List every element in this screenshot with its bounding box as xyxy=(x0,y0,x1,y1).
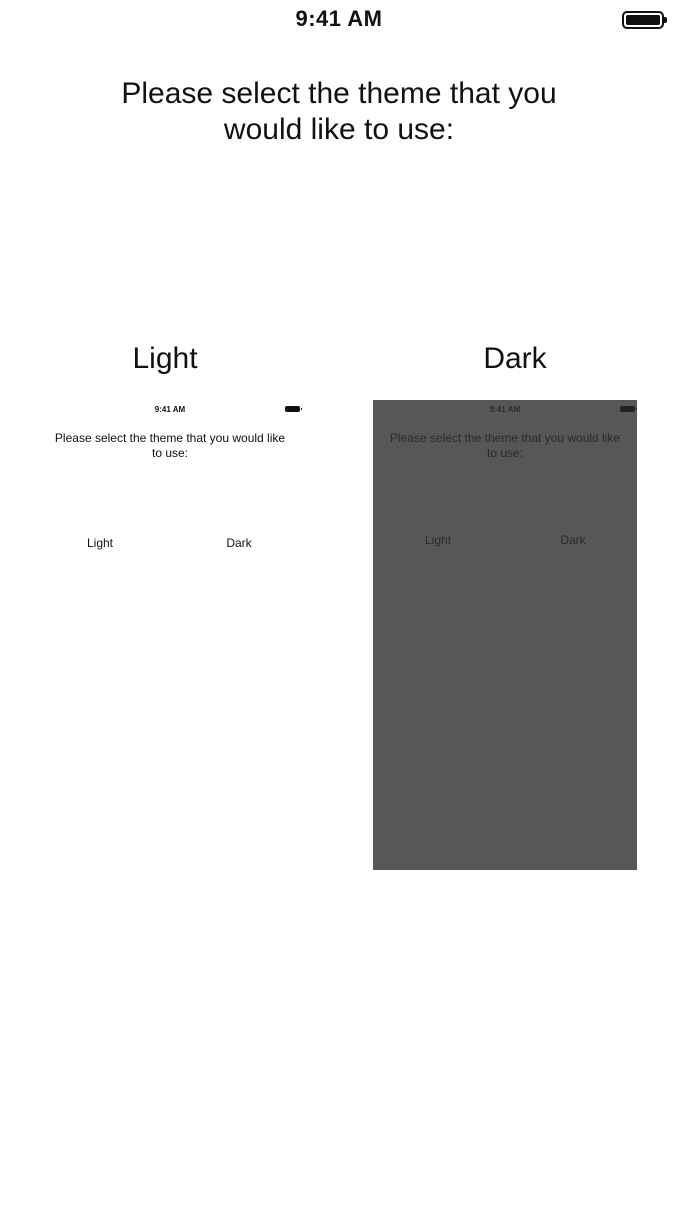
battery-icon xyxy=(620,406,635,412)
preview-light-label: Light xyxy=(86,536,114,550)
page-title: Please select the theme that you would l… xyxy=(121,77,557,146)
dark-theme-preview[interactable]: 9:41 AM Please select the theme that you… xyxy=(373,400,637,870)
battery-icon xyxy=(285,406,300,412)
preview-status-time: 9:41 AM xyxy=(154,405,186,414)
preview-dark-label: Dark xyxy=(560,533,586,547)
light-theme-preview[interactable]: 9:41 AM Please select the theme that you… xyxy=(38,400,302,870)
preview-prompt: Please select the theme that you would l… xyxy=(389,431,621,460)
battery-full-icon xyxy=(622,11,667,29)
preview-dark-label: Dark xyxy=(226,536,252,550)
dark-theme-label[interactable]: Dark xyxy=(415,342,615,376)
light-theme-label[interactable]: Light xyxy=(65,342,265,376)
status-time: 9:41 AM xyxy=(295,6,383,31)
preview-status-time: 9:41 AM xyxy=(489,405,521,414)
preview-prompt: Please select the theme that you would l… xyxy=(54,431,286,460)
preview-light-label: Light xyxy=(424,533,452,547)
